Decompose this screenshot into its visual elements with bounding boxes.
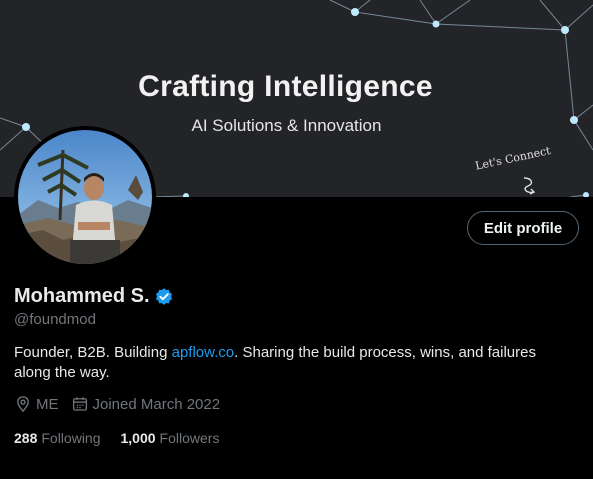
- profile-name-row: Mohammed S.: [14, 285, 174, 308]
- followers-label: Followers: [159, 430, 220, 446]
- location-text: ME: [36, 395, 59, 413]
- profile-bio: Founder, B2B. Building apflow.co. Sharin…: [14, 343, 574, 383]
- location-item: ME: [14, 395, 59, 413]
- follow-stats: 288 Following 1,000 Followers: [14, 430, 239, 446]
- bio-text-prefix: Founder, B2B. Building: [14, 344, 172, 361]
- curly-arrow-icon: [523, 177, 536, 195]
- profile-meta: ME Joined March 2022: [14, 395, 232, 413]
- profile-name: Mohammed S.: [14, 285, 150, 307]
- calendar-icon: [72, 397, 87, 411]
- avatar-photo: [18, 130, 152, 264]
- following-label: Following: [41, 430, 101, 446]
- banner-title: Crafting Intelligence: [138, 70, 433, 103]
- following-link[interactable]: 288 Following: [14, 430, 101, 446]
- bio-link[interactable]: apflow.co: [172, 344, 235, 361]
- verified-badge-icon[interactable]: [154, 287, 174, 307]
- profile-handle: @foundmod: [14, 311, 96, 328]
- followers-count: 1,000: [120, 430, 156, 446]
- joined-item: Joined March 2022: [71, 395, 221, 413]
- followers-link[interactable]: 1,000 Followers: [121, 430, 220, 446]
- location-pin-icon: [17, 396, 29, 413]
- joined-text: Joined March 2022: [92, 395, 221, 413]
- following-count: 288: [14, 430, 38, 446]
- avatar[interactable]: [14, 126, 156, 268]
- edit-profile-button[interactable]: Edit profile: [467, 211, 579, 245]
